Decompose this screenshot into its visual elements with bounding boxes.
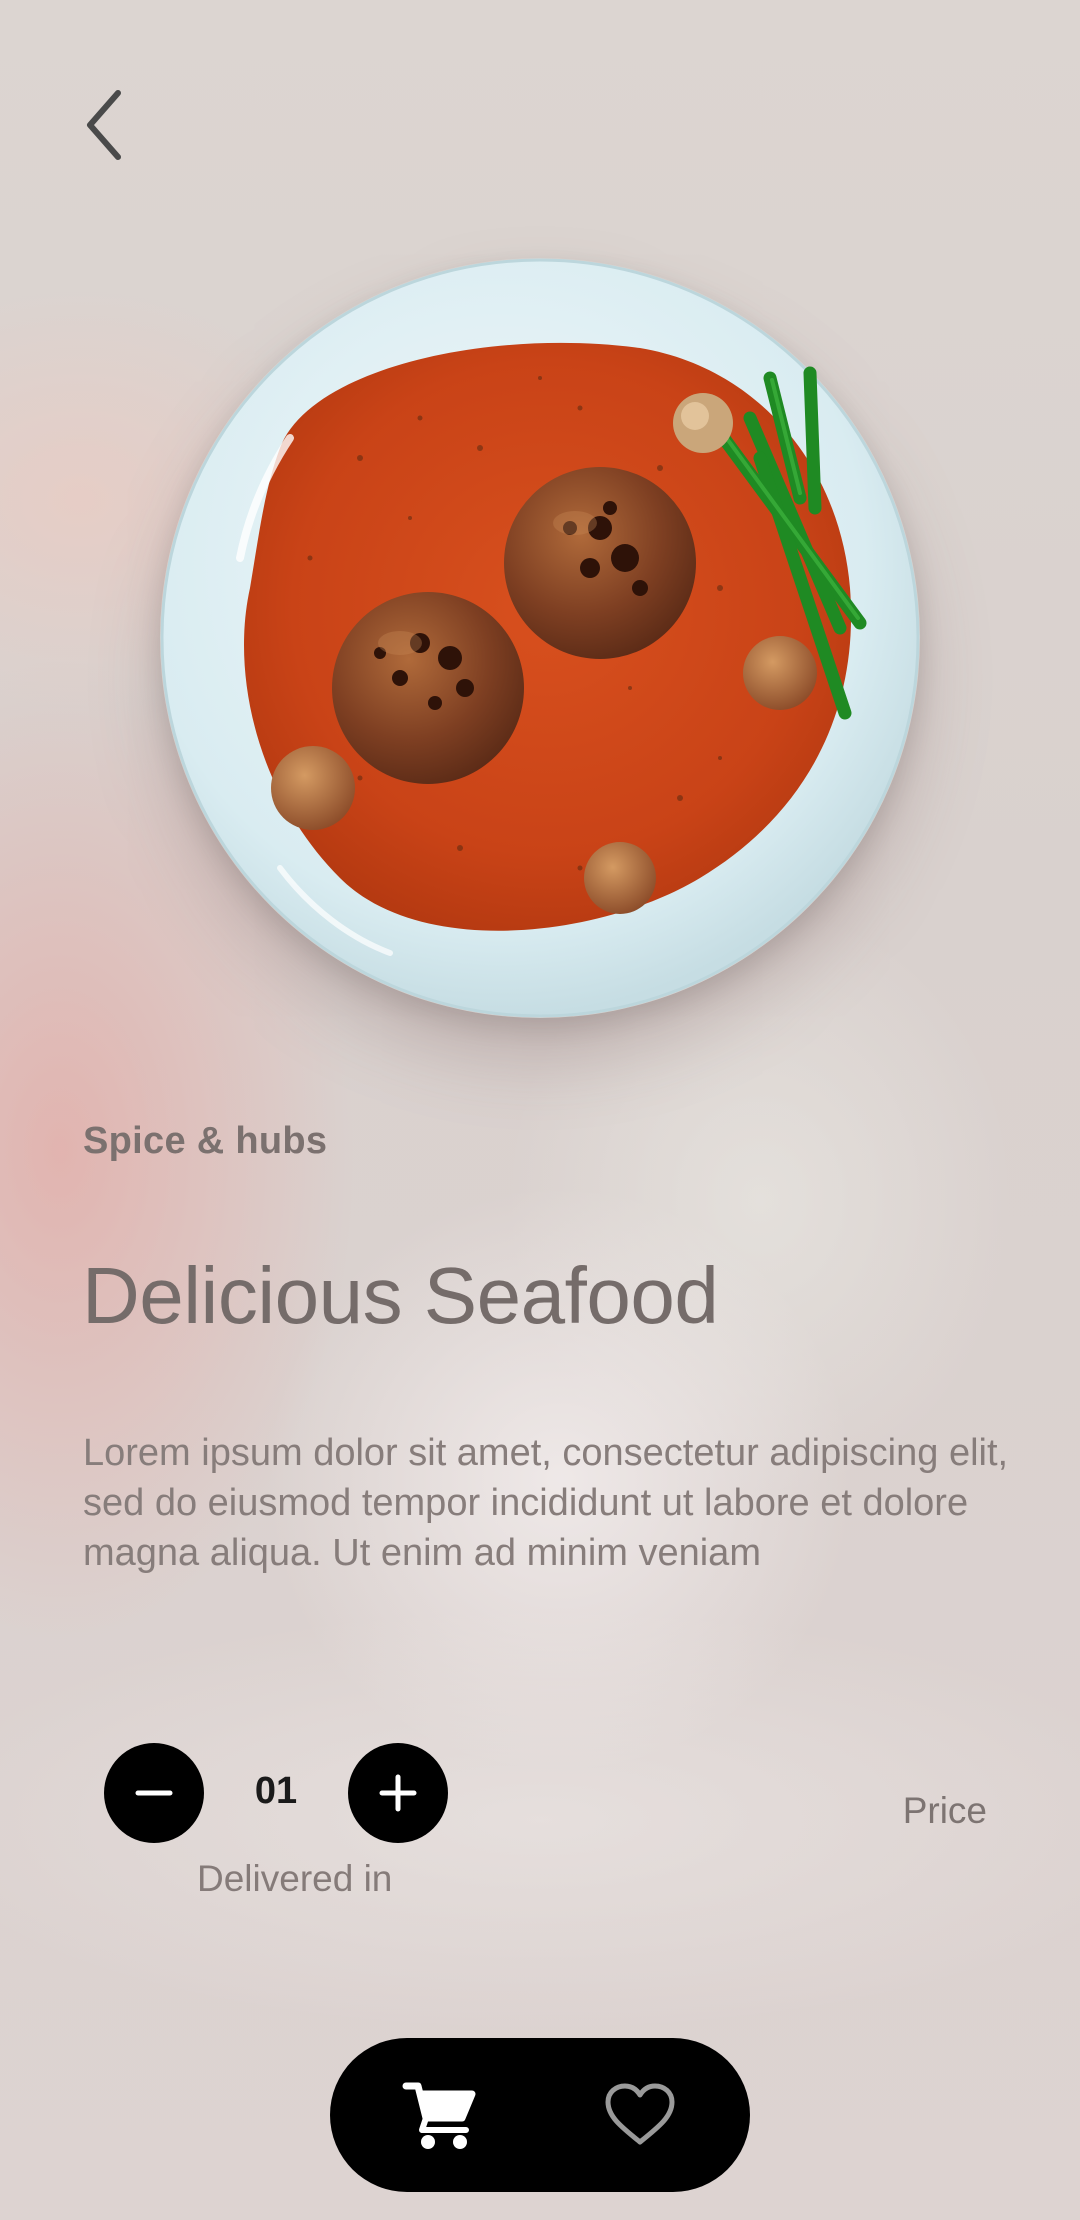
price-label: Price [902, 1790, 987, 1831]
dish-category: Spice & hubs [83, 1120, 328, 1162]
dish-description: Lorem ipsum dolor sit amet, consectetur … [83, 1432, 1009, 1574]
meatball [504, 467, 696, 659]
add-to-cart-button[interactable] [400, 2078, 480, 2152]
plate-illustration [160, 258, 920, 1018]
heart-outline-icon [605, 2083, 675, 2145]
meatball [332, 592, 524, 784]
chevron-left-icon [87, 90, 121, 160]
cart-icon [402, 2082, 476, 2149]
plus-icon [379, 1774, 417, 1812]
delivered-in-label: Delivered in [197, 1858, 393, 1899]
increase-quantity-button[interactable] [348, 1743, 448, 1843]
dish-image [160, 258, 920, 1018]
bottom-action-bar [330, 2038, 750, 2192]
favorite-button[interactable] [600, 2078, 680, 2152]
dish-title: Delicious Seafood [82, 1251, 719, 1340]
decrease-quantity-button[interactable] [104, 1743, 204, 1843]
minus-icon [135, 1790, 173, 1796]
quantity-value: 01 [254, 1770, 298, 1812]
back-button[interactable] [70, 80, 140, 170]
